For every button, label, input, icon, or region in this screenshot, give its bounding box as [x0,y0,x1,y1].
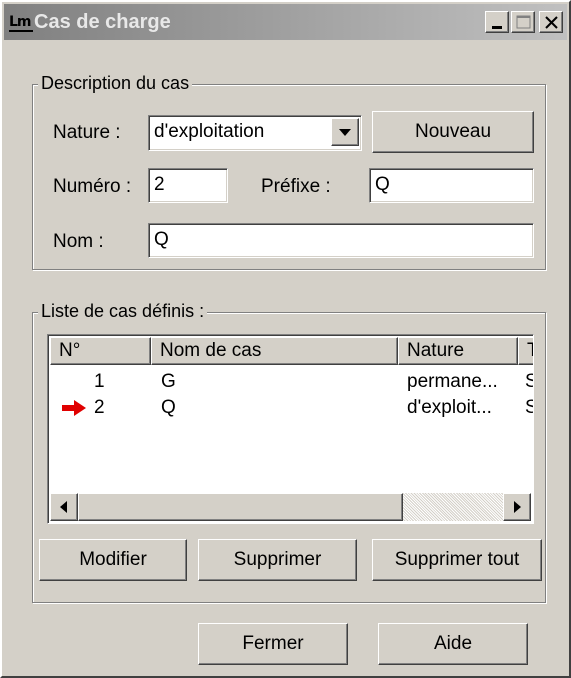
row-type: S [525,370,533,394]
prefix-field[interactable]: Q [369,168,534,203]
new-button[interactable]: Nouveau [372,111,534,153]
close-dialog-button-label: Fermer [242,633,304,654]
number-value: 2 [154,174,165,195]
scroll-track[interactable] [403,493,503,521]
row-number: 2 [94,397,105,418]
delete-all-button[interactable]: Supprimer tout [372,539,542,581]
nature-dropdown-button[interactable] [331,118,359,146]
modify-button-label: Modifier [79,549,147,570]
column-header-name[interactable]: Nom de cas [151,337,398,365]
scroll-left-button[interactable] [50,493,78,521]
table-row[interactable]: 1 G permane... S [50,369,533,395]
delete-button-label: Supprimer [233,549,322,570]
nature-combo[interactable]: d'exploitation [148,115,362,151]
table-row[interactable]: 2 Q d'exploit... S [50,395,533,421]
column-header-number[interactable]: N° [50,337,151,365]
number-field[interactable]: 2 [148,168,228,203]
app-icon: Lm [9,12,33,32]
chevron-down-icon [339,129,351,136]
row-nature: permane... [407,371,498,392]
close-dialog-button[interactable]: Fermer [198,623,348,665]
scroll-thumb[interactable] [78,493,403,521]
maximize-button[interactable] [511,11,535,33]
chevron-left-icon [60,501,67,513]
row-type: S [525,396,533,420]
nature-value: d'exploitation [154,121,265,142]
column-header-type[interactable]: T [518,337,533,365]
row-nature: d'exploit... [407,397,492,418]
column-header-nature[interactable]: Nature [398,337,518,365]
row-number: 1 [94,371,105,392]
dialog-window: Lm Cas de charge Description du cas Natu… [0,0,571,678]
modify-button[interactable]: Modifier [39,539,187,581]
delete-button[interactable]: Supprimer [198,539,357,581]
scroll-right-button[interactable] [503,493,531,521]
maximize-icon [516,15,531,29]
row-name: G [161,371,176,392]
close-button[interactable] [539,11,563,33]
current-case-arrow-icon [62,400,86,416]
row-name: Q [161,397,176,418]
horizontal-scrollbar[interactable] [50,493,531,521]
minimize-button[interactable] [485,11,509,33]
window-title: Cas de charge [34,11,171,33]
description-legend: Description du cas [38,73,193,93]
close-icon [545,16,558,29]
help-button-label: Aide [433,633,473,654]
new-button-label: Nouveau [414,121,492,142]
name-field[interactable]: Q [148,223,534,258]
delete-all-button-label: Supprimer tout [394,549,520,570]
minimize-icon [492,26,502,29]
chevron-right-icon [514,501,521,513]
help-button[interactable]: Aide [378,623,528,665]
title-bar[interactable]: Lm Cas de charge [4,4,567,40]
list-legend: Liste de cas définis : [38,301,208,321]
number-label: Numéro : [53,176,132,197]
cases-listview[interactable]: N° Nom de cas Nature T 1 G permane... S … [47,334,534,524]
prefix-label: Préfixe : [261,176,331,197]
name-label: Nom : [53,231,104,252]
name-value: Q [154,229,169,250]
nature-label: Nature : [53,122,121,143]
prefix-value: Q [375,174,390,195]
